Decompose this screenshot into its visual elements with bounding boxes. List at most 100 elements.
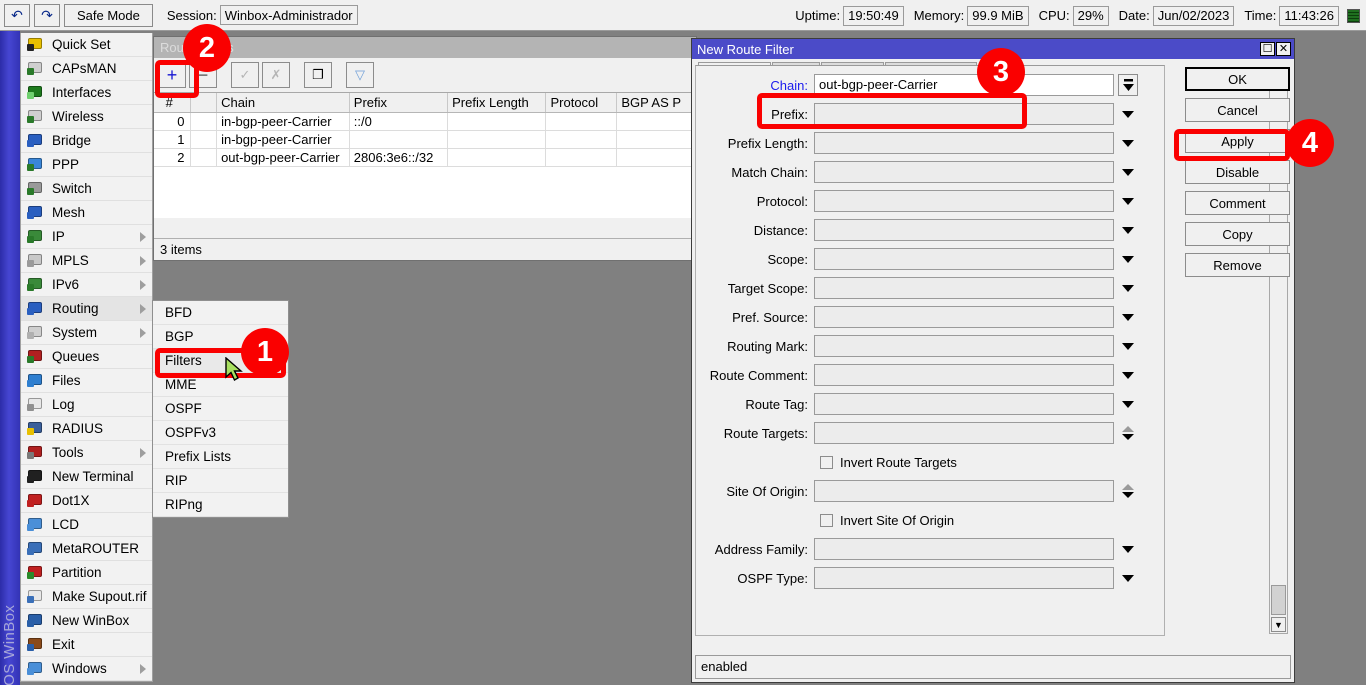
undo-icon[interactable]: ↶ bbox=[4, 4, 30, 27]
menu-item-exit[interactable]: Exit bbox=[21, 633, 152, 657]
checkbox-invert-site-of-origin[interactable] bbox=[820, 514, 833, 527]
dropdown-ospf-type-icon[interactable] bbox=[1118, 567, 1138, 589]
menu-item-wireless[interactable]: Wireless bbox=[21, 105, 152, 129]
column-header[interactable]: Prefix bbox=[350, 93, 448, 112]
input-route-comment[interactable] bbox=[814, 364, 1114, 386]
column-header[interactable] bbox=[191, 93, 217, 112]
input-chain[interactable]: out-bgp-peer-Carrier bbox=[814, 74, 1114, 96]
menu-item-make-supout-rif[interactable]: Make Supout.rif bbox=[21, 585, 152, 609]
submenu-item-bfd[interactable]: BFD bbox=[153, 301, 288, 325]
scroll-down-icon[interactable]: ▼ bbox=[1271, 617, 1286, 632]
menu-item-windows[interactable]: Windows bbox=[21, 657, 152, 681]
menu-item-lcd[interactable]: LCD bbox=[21, 513, 152, 537]
menu-item-tools[interactable]: Tools bbox=[21, 441, 152, 465]
input-pref-source[interactable] bbox=[814, 306, 1114, 328]
submenu-item-mme[interactable]: MME bbox=[153, 373, 288, 397]
redo-icon[interactable]: ↷ bbox=[34, 4, 60, 27]
input-distance[interactable] bbox=[814, 219, 1114, 241]
menu-item-capsman[interactable]: CAPsMAN bbox=[21, 57, 152, 81]
ok-button[interactable]: OK bbox=[1185, 67, 1290, 91]
input-target-scope[interactable] bbox=[814, 277, 1114, 299]
dropdown-route-comment-icon[interactable] bbox=[1118, 364, 1138, 386]
column-header[interactable]: Chain bbox=[217, 93, 350, 112]
enable-button[interactable]: ✓ bbox=[231, 62, 259, 88]
menu-item-system[interactable]: System bbox=[21, 321, 152, 345]
dropdown-pref-source-icon[interactable] bbox=[1118, 306, 1138, 328]
dropdown-route-tag-icon[interactable] bbox=[1118, 393, 1138, 415]
cancel-button[interactable]: Cancel bbox=[1185, 98, 1290, 122]
menu-item-new-winbox[interactable]: New WinBox bbox=[21, 609, 152, 633]
menu-item-ip[interactable]: IP bbox=[21, 225, 152, 249]
table-row[interactable]: 1in-bgp-peer-Carrier bbox=[154, 131, 696, 149]
input-match-chain[interactable] bbox=[814, 161, 1114, 183]
spinner-site-of-origin-icon[interactable] bbox=[1118, 480, 1138, 502]
dropdown-match-chain-icon[interactable] bbox=[1118, 161, 1138, 183]
route-filters-titlebar[interactable]: Route Filters bbox=[154, 37, 696, 58]
safe-mode-button[interactable]: Safe Mode bbox=[64, 4, 153, 27]
input-site-of-origin[interactable] bbox=[814, 480, 1114, 502]
disable-button[interactable]: Disable bbox=[1185, 160, 1290, 184]
dropdown-chain-icon[interactable] bbox=[1118, 74, 1138, 96]
table-row[interactable]: 2out-bgp-peer-Carrier2806:3e6::/32 bbox=[154, 149, 696, 167]
menu-item-files[interactable]: Files bbox=[21, 369, 152, 393]
menu-item-routing[interactable]: Routing bbox=[21, 297, 152, 321]
comment-button[interactable]: Comment bbox=[1185, 191, 1290, 215]
dropdown-routing-mark-icon[interactable] bbox=[1118, 335, 1138, 357]
menu-item-quick-set[interactable]: Quick Set bbox=[21, 33, 152, 57]
label-route-targets: Route Targets: bbox=[696, 426, 814, 441]
menu-item-metarouter[interactable]: MetaROUTER bbox=[21, 537, 152, 561]
input-address-family[interactable] bbox=[814, 538, 1114, 560]
disable-button[interactable]: ✗ bbox=[262, 62, 290, 88]
menu-item-bridge[interactable]: Bridge bbox=[21, 129, 152, 153]
close-icon[interactable]: ✕ bbox=[1276, 42, 1291, 56]
checkbox-invert-route-targets[interactable] bbox=[820, 456, 833, 469]
table-row[interactable]: 0in-bgp-peer-Carrier::/0 bbox=[154, 113, 696, 131]
column-header[interactable]: Protocol bbox=[546, 93, 617, 112]
menu-item-ppp[interactable]: PPP bbox=[21, 153, 152, 177]
input-route-tag[interactable] bbox=[814, 393, 1114, 415]
dropdown-protocol-icon[interactable] bbox=[1118, 190, 1138, 212]
scrollbar-thumb[interactable] bbox=[1271, 585, 1286, 615]
maximize-icon[interactable]: ☐ bbox=[1260, 42, 1275, 56]
remove-button[interactable]: Remove bbox=[1185, 253, 1290, 277]
dropdown-target-scope-icon[interactable] bbox=[1118, 277, 1138, 299]
input-prefix-length[interactable] bbox=[814, 132, 1114, 154]
column-header[interactable]: Prefix Length bbox=[448, 93, 546, 112]
menu-item-mpls[interactable]: MPLS bbox=[21, 249, 152, 273]
spinner-route-targets-icon[interactable] bbox=[1118, 422, 1138, 444]
menu-item-partition[interactable]: Partition bbox=[21, 561, 152, 585]
filter-button[interactable]: ▽ bbox=[346, 62, 374, 88]
menu-item-log[interactable]: Log bbox=[21, 393, 152, 417]
column-header[interactable]: BGP AS P bbox=[617, 93, 696, 112]
submenu-item-ospfv3[interactable]: OSPFv3 bbox=[153, 421, 288, 445]
submenu-item-rip[interactable]: RIP bbox=[153, 469, 288, 493]
dropdown-distance-icon[interactable] bbox=[1118, 219, 1138, 241]
menu-item-dot1x[interactable]: Dot1X bbox=[21, 489, 152, 513]
input-scope[interactable] bbox=[814, 248, 1114, 270]
input-prefix[interactable] bbox=[814, 103, 1114, 125]
submenu-item-ripng[interactable]: RIPng bbox=[153, 493, 288, 517]
menu-item-ipv6[interactable]: IPv6 bbox=[21, 273, 152, 297]
copy-button[interactable]: Copy bbox=[1185, 222, 1290, 246]
menu-item-switch[interactable]: Switch bbox=[21, 177, 152, 201]
add-button[interactable]: + bbox=[158, 62, 186, 88]
menu-item-interfaces[interactable]: Interfaces bbox=[21, 81, 152, 105]
input-routing-mark[interactable] bbox=[814, 335, 1114, 357]
input-ospf-type[interactable] bbox=[814, 567, 1114, 589]
dropdown-address-family-icon[interactable] bbox=[1118, 538, 1138, 560]
dropdown-scope-icon[interactable] bbox=[1118, 248, 1138, 270]
dropdown-prefix-icon[interactable] bbox=[1118, 103, 1138, 125]
menu-item-mesh[interactable]: Mesh bbox=[21, 201, 152, 225]
column-header[interactable]: # bbox=[154, 93, 191, 112]
input-protocol[interactable] bbox=[814, 190, 1114, 212]
session-value[interactable]: Winbox-Administrador bbox=[220, 5, 358, 25]
menu-item-queues[interactable]: Queues bbox=[21, 345, 152, 369]
dropdown-prefix-length-icon[interactable] bbox=[1118, 132, 1138, 154]
submenu-item-prefix-lists[interactable]: Prefix Lists bbox=[153, 445, 288, 469]
submenu-item-ospf[interactable]: OSPF bbox=[153, 397, 288, 421]
menu-item-radius[interactable]: RADIUS bbox=[21, 417, 152, 441]
input-route-targets[interactable] bbox=[814, 422, 1114, 444]
menu-item-new-terminal[interactable]: New Terminal bbox=[21, 465, 152, 489]
apply-button[interactable]: Apply bbox=[1185, 129, 1290, 153]
comment-button[interactable]: ❐ bbox=[304, 62, 332, 88]
